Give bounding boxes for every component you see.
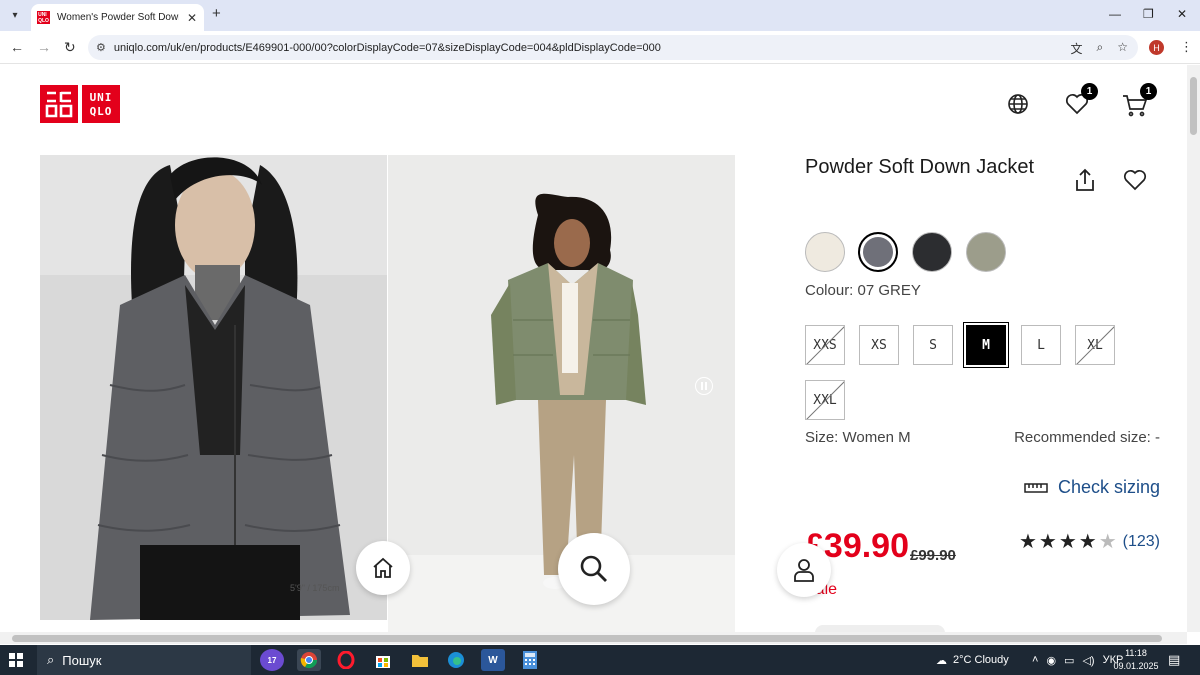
rating-stars-icon: ★★★★★ — [1018, 531, 1119, 553]
taskbar-search[interactable]: ⌕ Пошук — [37, 645, 251, 675]
check-sizing-label[interactable]: Check sizing — [1058, 477, 1160, 498]
size-option-xl[interactable]: XL — [1075, 325, 1115, 365]
logo-latin: UNI QLO — [82, 85, 120, 123]
windows-taskbar: ⌕ Пошук 17 W ☁ 2°C Cloudy ˄ ◉ ▭ ◁) УКР 1… — [0, 645, 1200, 675]
selected-size-label: Size: Women M — [805, 429, 911, 446]
size-option-m[interactable]: M — [966, 325, 1006, 365]
address-bar[interactable]: ⚙ uniqlo.com/uk/en/products/E469901-000/… — [88, 35, 1138, 60]
product-page: UNI QLO 1 1 5'9" / 175cm Powder Soft Dow… — [0, 65, 1187, 632]
colour-swatch-olive[interactable] — [966, 232, 1006, 272]
minimize-icon[interactable]: — — [1109, 7, 1121, 21]
search-button[interactable] — [558, 533, 630, 605]
original-price: £99.90 — [910, 547, 956, 564]
size-option-xs[interactable]: XS — [859, 325, 899, 365]
horizontal-scrollbar[interactable] — [0, 632, 1187, 644]
url-text[interactable]: uniqlo.com/uk/en/products/E469901-000/00… — [114, 42, 661, 54]
size-option-xxl[interactable]: XXL — [805, 380, 845, 420]
calculator-icon[interactable] — [518, 649, 542, 671]
opera-icon[interactable] — [334, 649, 358, 671]
store-icon[interactable] — [371, 649, 395, 671]
model-grey-jacket-image — [40, 155, 387, 620]
cart-count-badge: 1 — [1140, 83, 1157, 100]
restore-icon[interactable]: ❐ — [1143, 7, 1154, 21]
uniqlo-favicon-icon: UNI QLO — [37, 11, 50, 24]
file-explorer-icon[interactable] — [408, 649, 432, 671]
reload-icon[interactable]: ↻ — [64, 39, 76, 56]
globe-icon[interactable] — [1007, 93, 1029, 115]
clock-date: 09.01.2025 — [1113, 661, 1159, 671]
tray-chevron-icon[interactable]: ˄ — [1032, 654, 1038, 666]
browser-toolbar: ← → ↻ ⚙ uniqlo.com/uk/en/products/E46990… — [0, 31, 1200, 64]
model-height-note: 5'9" / 175cm — [290, 583, 340, 593]
chrome-icon[interactable] — [297, 649, 321, 671]
back-arrow-icon[interactable]: ← — [10, 39, 24, 55]
check-sizing-link[interactable]: Check sizing — [1024, 477, 1160, 498]
taskbar-search-placeholder: Пошук — [62, 652, 102, 668]
review-count[interactable]: (123) — [1123, 533, 1160, 551]
new-tab-plus-icon[interactable]: + — [212, 5, 221, 22]
cloud-icon: ☁ — [936, 654, 947, 667]
bookmark-star-icon[interactable]: ☆ — [1117, 40, 1128, 57]
size-option-s[interactable]: S — [913, 325, 953, 365]
size-option-l[interactable]: L — [1021, 325, 1061, 365]
browser-tab-active[interactable]: UNIQLO Women's Powder Soft Down Ja ✕ — [31, 4, 204, 31]
add-to-cart-partial[interactable] — [815, 625, 945, 632]
share-icon[interactable] — [1074, 168, 1096, 192]
carousel-pause-icon[interactable] — [695, 377, 713, 395]
tab-search-chevron-icon[interactable]: ▾ — [6, 6, 24, 24]
chat-app-icon[interactable]: 17 — [260, 649, 284, 671]
ruler-icon — [1024, 482, 1048, 493]
product-title: Powder Soft Down Jacket — [805, 156, 1034, 178]
browser-menu-icon[interactable]: ⋮ — [1180, 39, 1193, 55]
word-icon[interactable]: W — [481, 649, 505, 671]
product-image-grey[interactable]: 5'9" / 175cm — [40, 155, 387, 620]
rating[interactable]: ★★★★★ (123) — [1019, 529, 1160, 554]
chat-badge: 17 — [267, 655, 277, 665]
account-button[interactable] — [777, 543, 831, 597]
size-option-xxs[interactable]: XXS — [805, 325, 845, 365]
taskbar-search-icon: ⌕ — [47, 652, 55, 667]
network-icon[interactable]: ▭ — [1064, 654, 1074, 667]
svg-text:UNI: UNI — [90, 91, 113, 104]
record-icon[interactable]: ◉ — [1046, 654, 1056, 667]
tab-title: Women's Powder Soft Down Ja — [57, 12, 179, 23]
logo-latin-icon: UNI QLO — [90, 91, 113, 118]
search-icon — [580, 555, 607, 582]
window-close-icon[interactable]: ✕ — [1177, 7, 1187, 21]
vertical-scrollbar[interactable] — [1187, 65, 1200, 632]
tab-close-icon[interactable]: ✕ — [187, 11, 197, 25]
recommended-size-label: Recommended size: - — [1014, 429, 1160, 446]
horizontal-scroll-thumb[interactable] — [12, 635, 1162, 642]
vertical-scroll-thumb[interactable] — [1190, 77, 1197, 135]
colour-label: Colour: 07 GREY — [805, 282, 921, 299]
svg-text:QLO: QLO — [90, 105, 113, 118]
clock[interactable]: 11:18 09.01.2025 — [1110, 647, 1162, 673]
translate-icon[interactable]: 文 — [1070, 40, 1082, 57]
home-icon — [373, 557, 393, 578]
forward-arrow-icon[interactable]: → — [37, 39, 51, 55]
home-button[interactable] — [356, 541, 410, 595]
wishlist-count-badge: 1 — [1081, 83, 1098, 100]
colour-swatch-grey[interactable] — [858, 232, 898, 272]
user-icon — [794, 559, 814, 582]
weather-widget[interactable]: ☁ 2°C Cloudy — [936, 645, 1009, 675]
notifications-icon[interactable]: ▤ — [1168, 645, 1180, 675]
windows-start-icon[interactable] — [9, 653, 23, 667]
browser-tab-bar: ▾ UNIQLO Women's Powder Soft Down Ja ✕ +… — [0, 0, 1200, 31]
colour-swatch-black[interactable] — [912, 232, 952, 272]
edge-icon[interactable] — [444, 649, 468, 671]
favorite-heart-icon[interactable] — [1123, 169, 1147, 191]
site-info-icon[interactable]: ⚙ — [96, 41, 106, 54]
logo-katakana-icon — [45, 91, 73, 118]
clock-time: 11:18 — [1125, 648, 1147, 658]
zoom-icon[interactable]: ⌕ — [1097, 40, 1104, 57]
colour-swatch-off-white[interactable] — [805, 232, 845, 272]
uniqlo-logo[interactable]: UNI QLO — [40, 85, 120, 123]
weather-text: 2°C Cloudy — [953, 654, 1009, 666]
volume-icon[interactable]: ◁) — [1082, 654, 1094, 667]
profile-avatar[interactable]: H — [1149, 40, 1164, 55]
logo-katakana — [40, 85, 78, 123]
